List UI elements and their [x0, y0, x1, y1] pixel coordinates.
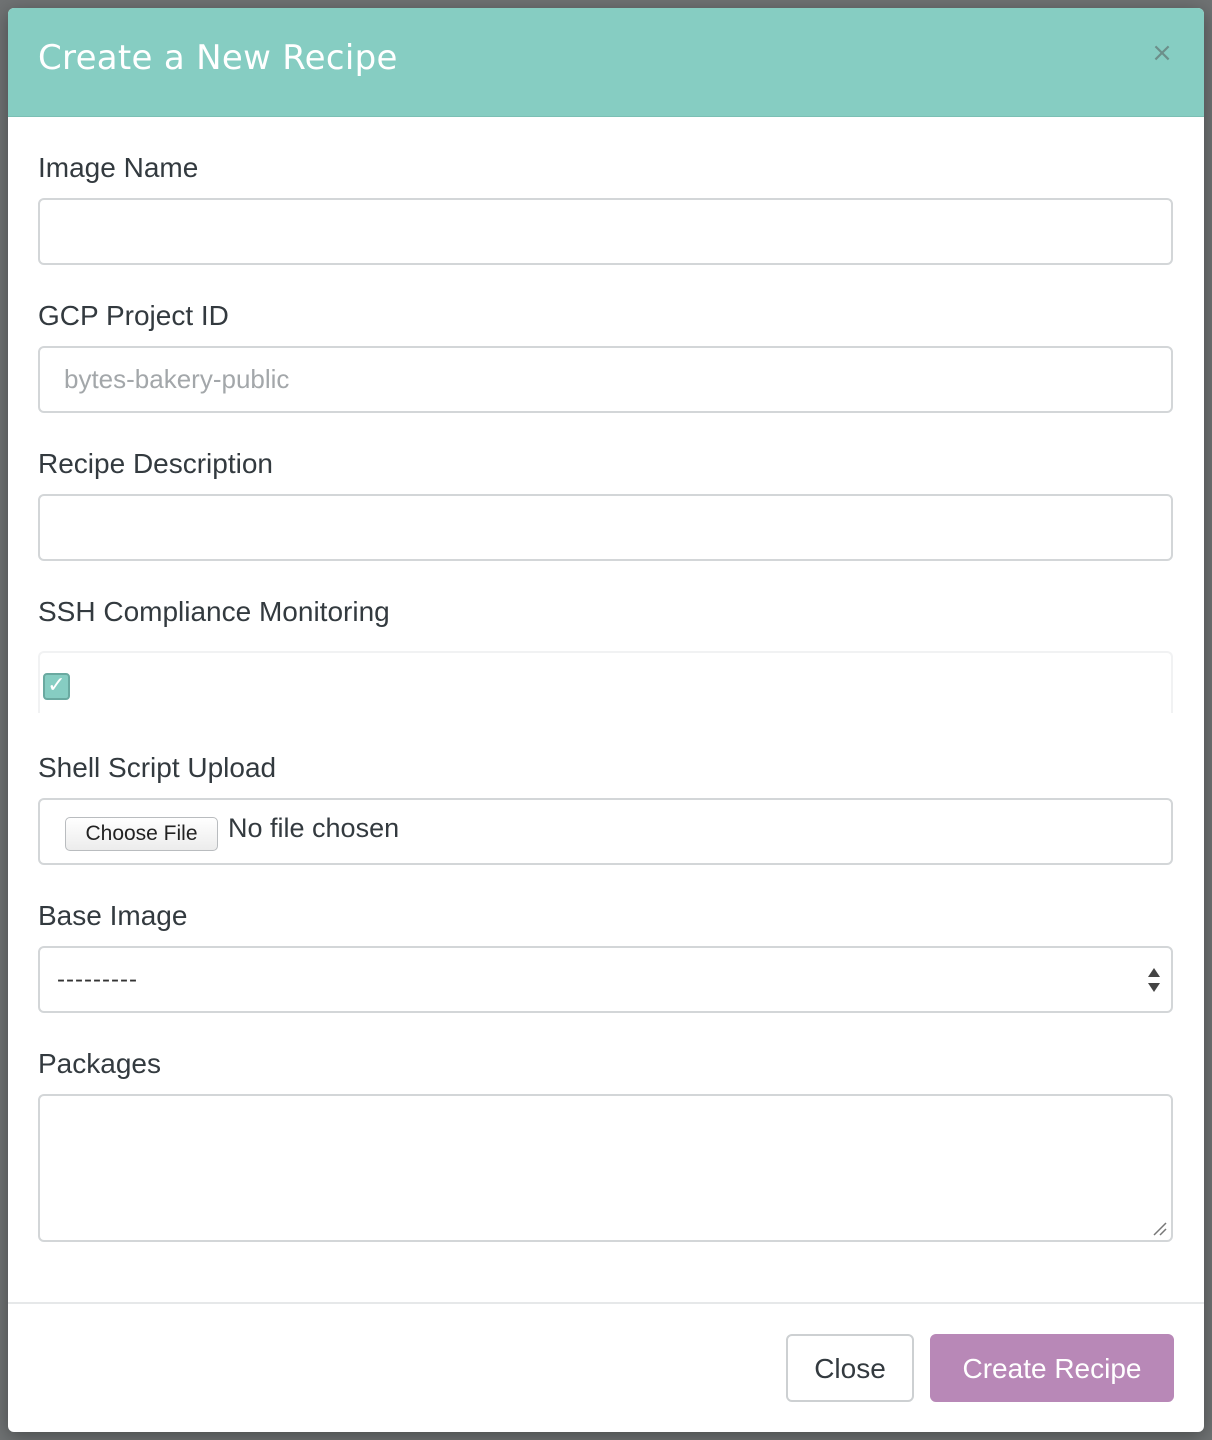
dialog-title: Create a New Recipe: [38, 38, 398, 78]
choose-file-button[interactable]: Choose File: [65, 817, 218, 851]
gcp-project-id-label: GCP Project ID: [38, 300, 229, 331]
gcp-project-id-input[interactable]: [38, 346, 1173, 413]
base-image-select[interactable]: ---------: [38, 946, 1173, 1013]
create-recipe-dialog: Create a New Recipe × Image Name GCP Pro…: [8, 8, 1204, 1432]
check-icon: ✓: [47, 673, 66, 698]
create-recipe-button[interactable]: Create Recipe: [930, 1334, 1174, 1402]
select-arrows-icon: [1148, 968, 1160, 992]
footer-divider: [8, 1302, 1204, 1304]
shell-script-label: Shell Script Upload: [38, 752, 277, 783]
close-icon[interactable]: ×: [1149, 40, 1175, 66]
packages-label: Packages: [38, 1048, 161, 1079]
ssh-compliance-label: SSH Compliance Monitoring: [38, 596, 390, 627]
ssh-compliance-checkbox[interactable]: ✓: [43, 673, 70, 700]
close-button[interactable]: Close: [786, 1334, 914, 1402]
ssh-compliance-container: ✓: [38, 651, 1173, 713]
dialog-header: Create a New Recipe ×: [8, 8, 1204, 117]
recipe-description-input[interactable]: [38, 494, 1173, 561]
packages-textarea[interactable]: [38, 1094, 1173, 1242]
recipe-description-label: Recipe Description: [38, 448, 273, 479]
base-image-selected-value: ---------: [57, 966, 138, 993]
shell-script-file-input: Choose File No file chosen: [38, 798, 1173, 865]
base-image-label: Base Image: [38, 900, 188, 931]
resize-grip-icon[interactable]: [1151, 1220, 1167, 1236]
image-name-label: Image Name: [38, 152, 199, 183]
image-name-input[interactable]: [38, 198, 1173, 265]
file-status-text: No file chosen: [228, 813, 400, 843]
